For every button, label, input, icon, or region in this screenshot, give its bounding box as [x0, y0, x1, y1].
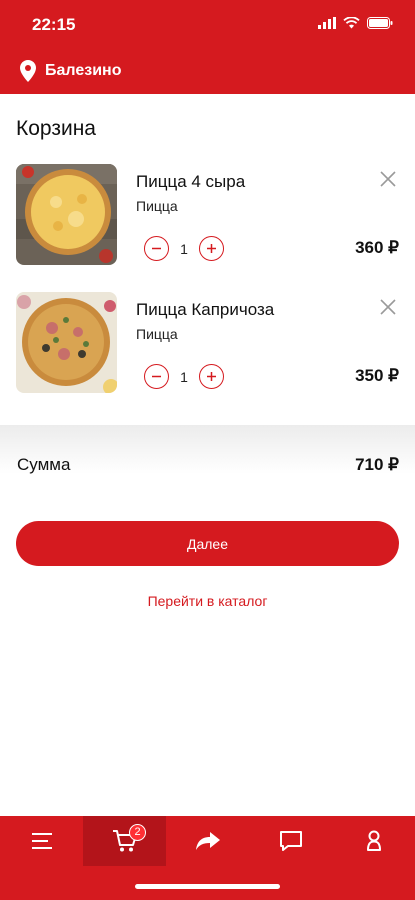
tab-cart[interactable]: 2: [83, 816, 166, 866]
quantity-stepper: 1: [144, 236, 224, 261]
item-title: Пицца 4 сыра: [136, 172, 246, 191]
pizza-4-cheese-image: [16, 164, 117, 265]
minus-icon: [152, 247, 161, 250]
plus-button[interactable]: [199, 236, 224, 261]
minus-button[interactable]: [144, 236, 169, 261]
tab-profile[interactable]: [332, 816, 415, 866]
next-button[interactable]: Далее: [16, 521, 399, 566]
quantity-value: 1: [180, 240, 188, 257]
quantity-value: 1: [180, 368, 188, 385]
item-category: Пицца: [136, 198, 178, 214]
total-label: Сумма: [17, 455, 71, 474]
minus-icon: [152, 375, 161, 378]
item-title: Пицца Капричоза: [136, 300, 275, 319]
tab-chat[interactable]: [249, 816, 332, 866]
tab-bar: 2: [0, 816, 415, 900]
minus-button[interactable]: [144, 364, 169, 389]
pizza-capricciosa-image: [16, 292, 117, 393]
plus-icon: [207, 372, 216, 381]
cart-count-badge: 2: [129, 824, 146, 841]
chat-icon: [279, 831, 302, 851]
cart-item: Пицца Капричоза Пицца 1 350 ₽: [0, 292, 415, 402]
close-icon[interactable]: [379, 298, 397, 316]
plus-button[interactable]: [199, 364, 224, 389]
city-selector[interactable]: Балезино: [0, 48, 415, 94]
status-icons: [318, 17, 393, 29]
tab-menu[interactable]: [0, 816, 83, 866]
profile-icon: [366, 830, 381, 851]
tab-share[interactable]: [166, 816, 249, 866]
cart-item: Пицца 4 сыра Пицца 1 360 ₽: [0, 164, 415, 274]
location-pin-icon: [20, 60, 36, 82]
close-icon[interactable]: [379, 170, 397, 188]
item-category: Пицца: [136, 326, 178, 342]
signal-icon: [318, 17, 336, 29]
city-name: Балезино: [45, 62, 122, 79]
page-title: Корзина: [16, 117, 96, 140]
go-to-catalog-link[interactable]: Перейти в каталог: [0, 593, 415, 609]
total-value: 710 ₽: [355, 455, 399, 474]
home-indicator: [135, 884, 280, 889]
item-price: 350 ₽: [355, 366, 399, 385]
share-arrow-icon: [195, 832, 220, 850]
battery-icon: [367, 17, 393, 29]
status-time: 22:15: [32, 15, 76, 34]
plus-icon: [207, 244, 216, 253]
status-bar: 22:15: [0, 0, 415, 48]
quantity-stepper: 1: [144, 364, 224, 389]
menu-icon: [31, 833, 52, 849]
item-price: 360 ₽: [355, 238, 399, 257]
wifi-icon: [343, 17, 360, 29]
